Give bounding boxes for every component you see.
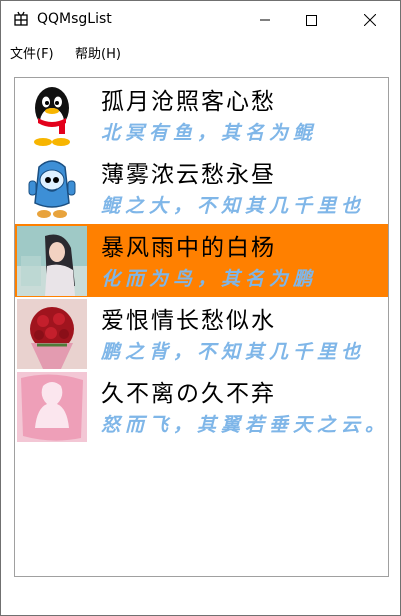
message-list[interactable]: 孤月沧照客心愁 北冥有鱼，其名为鲲 薄雾浓云愁永昼 鲲之大，不知其几千里也 暴风… (14, 77, 389, 577)
message-preview: 北冥有鱼，其名为鲲 (101, 122, 318, 144)
list-item-selected[interactable]: 暴风雨中的白杨 化而为鸟，其名为鹏 (15, 224, 388, 297)
message-preview: 鲲之大，不知其几千里也 (101, 195, 366, 217)
girl-photo-avatar (17, 226, 87, 296)
contact-name: 薄雾浓云愁永昼 (101, 162, 276, 188)
menu-bar: 文件(F) 帮助(H) (1, 39, 400, 63)
list-item[interactable]: 爱恨情长愁似水 鹏之背，不知其几千里也 (15, 297, 388, 370)
list-item[interactable]: 薄雾浓云愁永昼 鲲之大，不知其几千里也 (15, 151, 388, 224)
window-title: QQMsgList (37, 11, 112, 27)
app-icon (14, 11, 28, 26)
list-item[interactable]: 孤月沧照客心愁 北冥有鱼，其名为鲲 (15, 78, 388, 151)
app-window: QQMsgList 文件(F) 帮助(H) 孤月沧照客心愁 北冥有鱼，其名为鲲 … (0, 0, 401, 616)
maximize-button[interactable] (288, 1, 334, 39)
title-bar[interactable]: QQMsgList (1, 1, 400, 39)
menu-file[interactable]: 文件(F) (10, 43, 54, 62)
minimize-button[interactable] (242, 1, 288, 39)
close-icon (364, 14, 376, 26)
close-button[interactable] (347, 1, 393, 39)
contact-name: 久不离の久不弃 (101, 381, 276, 407)
menu-help[interactable]: 帮助(H) (75, 43, 121, 62)
pink-silhouette-avatar (17, 372, 87, 442)
message-preview: 化而为鸟，其名为鹏 (101, 268, 318, 290)
contact-name: 暴风雨中的白杨 (101, 235, 276, 261)
contact-name: 爱恨情长愁似水 (101, 308, 276, 334)
contact-name: 孤月沧照客心愁 (101, 89, 276, 115)
maximize-icon (305, 14, 317, 26)
message-preview: 鹏之背，不知其几千里也 (101, 341, 366, 363)
penguin-avatar (17, 80, 87, 150)
blue-cartoon-avatar (17, 153, 87, 223)
flower-bouquet-avatar (17, 299, 87, 369)
minimize-icon (260, 19, 270, 21)
list-item[interactable]: 久不离の久不弃 怒而飞，其翼若垂天之云。 (15, 370, 388, 443)
message-preview: 怒而飞，其翼若垂天之云。 (101, 414, 389, 436)
